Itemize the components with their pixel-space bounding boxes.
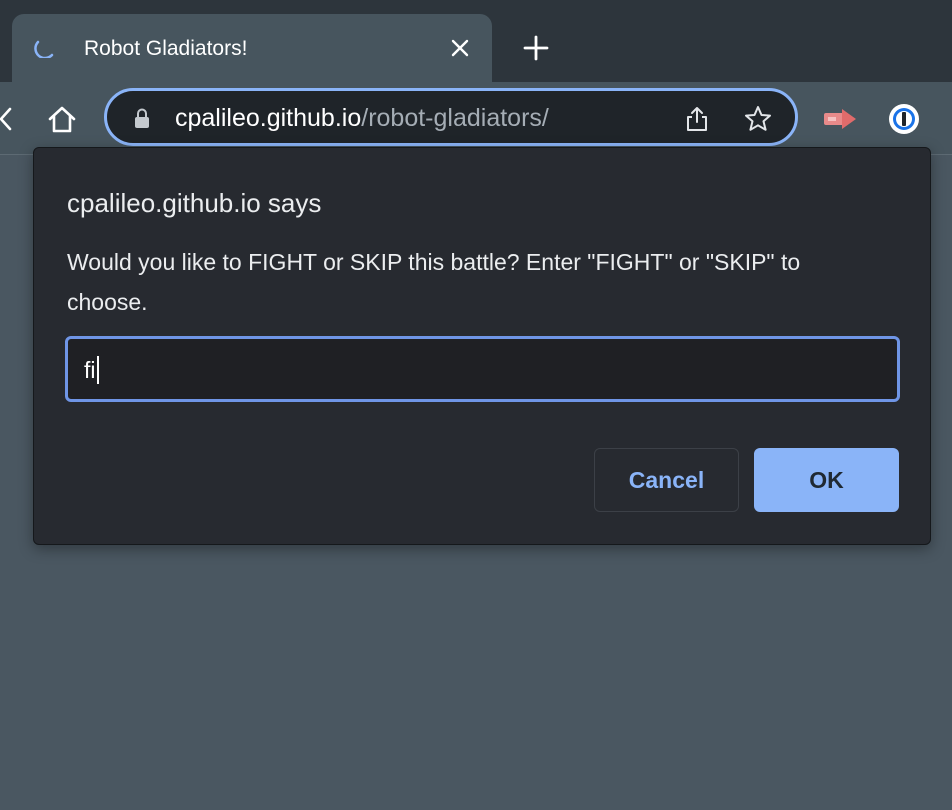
tab-strip: Robot Gladiators! <box>0 0 952 82</box>
prompt-input[interactable]: fi <box>65 336 900 402</box>
url-text: cpalileo.github.io/robot-gladiators/ <box>175 104 549 132</box>
password-manager-icon[interactable] <box>887 102 921 136</box>
prompt-dialog: cpalileo.github.io says Would you like t… <box>33 147 931 545</box>
plus-icon[interactable] <box>522 34 550 62</box>
address-bar[interactable]: cpalileo.github.io/robot-gladiators/ <box>104 88 798 146</box>
close-icon[interactable] <box>448 36 472 60</box>
dialog-title: cpalileo.github.io says <box>67 188 322 218</box>
tab-robot-gladiators[interactable]: Robot Gladiators! <box>12 14 492 82</box>
text-caret <box>96 356 99 384</box>
url-path: /robot-gladiators/ <box>361 104 549 132</box>
dialog-message: Would you like to FIGHT or SKIP this bat… <box>67 249 801 315</box>
browser-toolbar: cpalileo.github.io/robot-gladiators/ <box>0 82 952 155</box>
url-host: cpalileo.github.io <box>175 104 362 132</box>
cancel-button[interactable]: Cancel <box>594 448 739 512</box>
home-icon[interactable] <box>46 104 78 134</box>
loading-spinner-icon <box>34 40 54 58</box>
prompt-input-value: fi <box>84 356 99 384</box>
lock-icon[interactable] <box>133 107 151 129</box>
input-text: fi <box>84 357 96 383</box>
share-icon[interactable] <box>683 105 711 133</box>
ok-button[interactable]: OK <box>754 448 899 512</box>
extension-icon[interactable] <box>822 105 858 133</box>
tab-title: Robot Gladiators! <box>84 37 248 60</box>
bookmark-star-icon[interactable] <box>743 104 773 134</box>
back-arrow-icon[interactable] <box>0 106 14 132</box>
